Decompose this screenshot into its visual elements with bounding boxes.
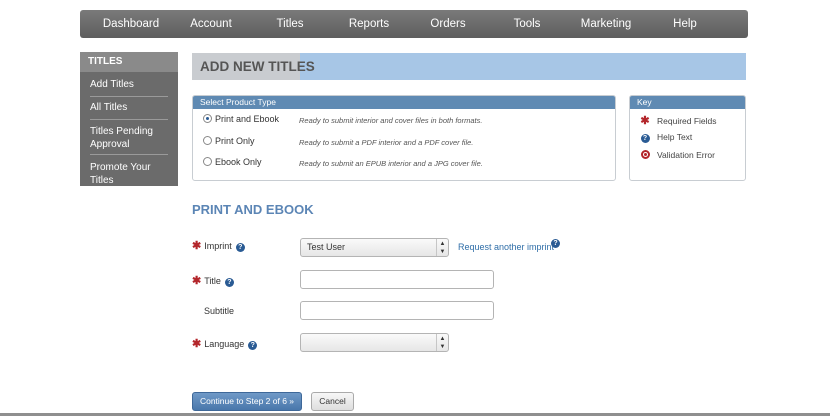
imprint-select[interactable]: Test User ▲ ▼ (300, 238, 449, 257)
help-question-icon[interactable]: ? (235, 243, 245, 252)
key-heading: Key (630, 96, 745, 109)
subtitle-label: Subtitle (204, 306, 235, 316)
sidebar-item-all-titles[interactable]: All Titles (90, 101, 168, 114)
page-header: ADD NEW TITLES (192, 53, 746, 80)
imprint-label: ✱ Imprint? (192, 239, 245, 252)
title-label-text: Title (204, 276, 221, 286)
request-imprint-link[interactable]: Request another imprint (458, 242, 554, 252)
option-description: Ready to submit interior and cover files… (299, 116, 483, 125)
validation-error-icon (640, 150, 650, 159)
page-title: ADD NEW TITLES (200, 59, 315, 74)
subtitle-input[interactable] (300, 301, 494, 320)
key-label: Help Text (657, 132, 693, 142)
radio-checked-icon[interactable] (203, 114, 212, 123)
title-input[interactable] (300, 270, 494, 289)
sidebar-divider (90, 119, 168, 120)
option-print-only[interactable]: Print Only (203, 136, 255, 146)
option-description: Ready to submit a PDF interior and a PDF… (299, 138, 474, 147)
radio-unchecked-icon[interactable] (203, 157, 212, 166)
language-select[interactable]: ▲ ▼ (300, 333, 449, 352)
sidebar-heading: TITLES (80, 52, 178, 72)
key-panel: Key ✱ Required Fields ? Help Text Validati… (629, 95, 746, 181)
required-asterisk-icon: ✱ (192, 275, 202, 287)
help-question-icon[interactable]: ? (224, 278, 234, 287)
nav-tools[interactable]: Tools (514, 10, 541, 38)
nav-marketing[interactable]: Marketing (581, 10, 632, 38)
nav-dashboard[interactable]: Dashboard (103, 10, 159, 38)
nav-orders[interactable]: Orders (430, 10, 465, 38)
nav-account[interactable]: Account (190, 10, 232, 38)
sidebar-divider (90, 154, 168, 155)
select-arrows-icon: ▲ ▼ (436, 334, 448, 351)
required-asterisk-icon: ✱ (192, 240, 202, 252)
key-row-help: ? Help Text (640, 132, 692, 143)
title-label: ✱ Title? (192, 274, 234, 287)
product-type-panel: Select Product Type Print and Ebook Read… (192, 95, 616, 181)
option-description: Ready to submit an EPUB interior and a J… (299, 159, 483, 168)
select-arrows-icon: ▲ ▼ (436, 239, 448, 256)
key-label: Required Fields (657, 116, 717, 126)
sidebar: TITLES Add Titles All Titles Titles Pend… (80, 52, 178, 186)
radio-unchecked-icon[interactable] (203, 136, 212, 145)
required-asterisk-icon: ✱ (192, 338, 202, 350)
required-asterisk-icon: ✱ (640, 115, 650, 127)
option-label: Print Only (215, 136, 255, 146)
help-question-icon[interactable]: ? (248, 341, 258, 350)
language-label: ✱ Language? (192, 337, 258, 350)
sidebar-divider (90, 96, 168, 97)
sidebar-item-add-titles[interactable]: Add Titles (90, 78, 168, 91)
key-row-error: Validation Error (640, 150, 715, 160)
product-type-heading: Select Product Type (193, 96, 615, 109)
option-ebook-only[interactable]: Ebook Only (203, 157, 262, 167)
help-question-icon[interactable]: ? (551, 239, 560, 248)
nav-reports[interactable]: Reports (349, 10, 389, 38)
option-label: Ebook Only (215, 157, 262, 167)
sidebar-item-titles-pending[interactable]: Titles Pending Approval (90, 125, 168, 151)
option-label: Print and Ebook (215, 114, 280, 124)
language-label-text: Language (204, 339, 245, 349)
key-label: Validation Error (657, 150, 715, 160)
nav-titles[interactable]: Titles (276, 10, 303, 38)
nav-help[interactable]: Help (673, 10, 697, 38)
imprint-label-text: Imprint (204, 241, 232, 251)
help-question-icon: ? (640, 134, 650, 143)
section-title: PRINT AND EBOOK (192, 202, 314, 217)
option-print-and-ebook[interactable]: Print and Ebook (203, 114, 279, 124)
continue-button[interactable]: Continue to Step 2 of 6 » (192, 392, 302, 411)
top-navigation: Dashboard Account Titles Reports Orders … (80, 10, 748, 38)
sidebar-item-promote[interactable]: Promote Your Titles (90, 161, 168, 187)
imprint-selected-value: Test User (307, 242, 346, 252)
key-row-required: ✱ Required Fields (640, 114, 717, 127)
cancel-button[interactable]: Cancel (311, 392, 354, 411)
